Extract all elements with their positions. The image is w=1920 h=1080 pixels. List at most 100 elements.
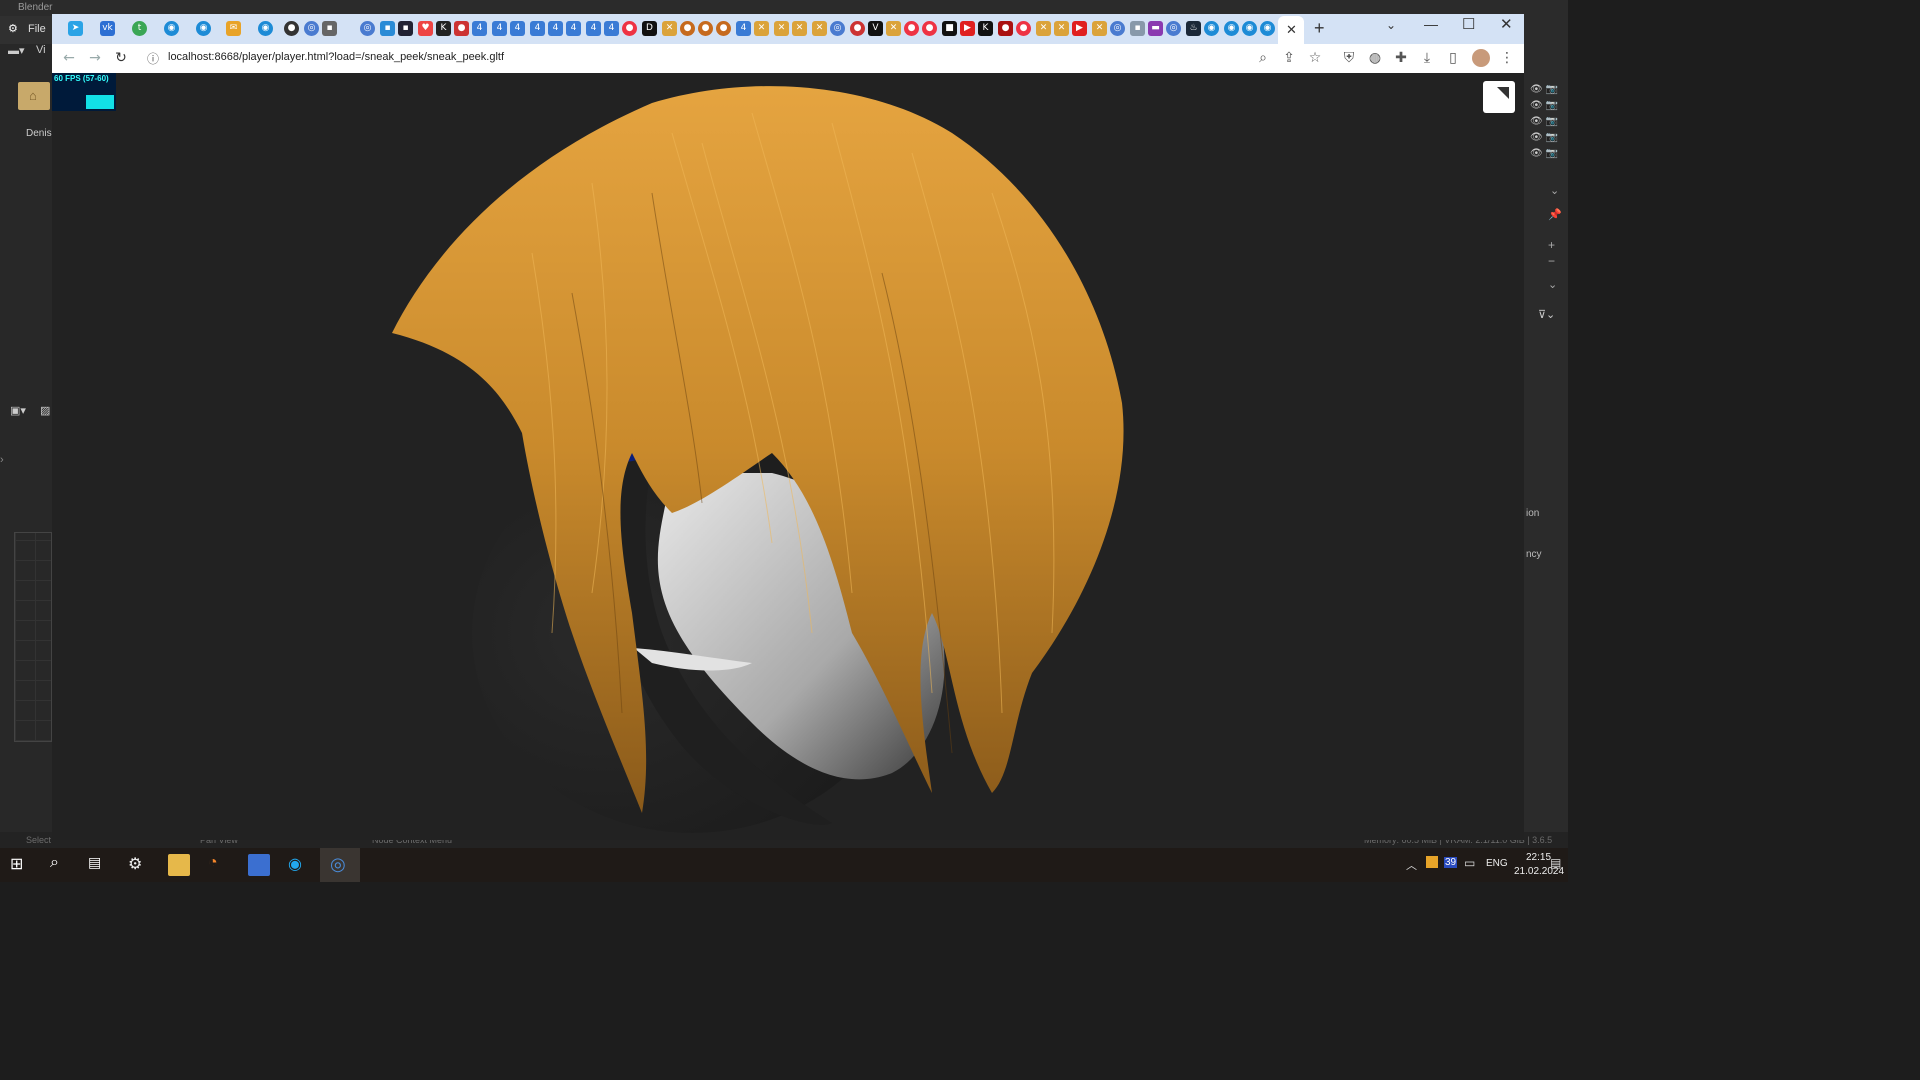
tab-icon-x5[interactable]: ✕ [812,21,827,36]
github-tab-icon[interactable]: ● [284,21,299,36]
notifications-icon[interactable]: ▤ [1550,856,1561,870]
k-tab-icon[interactable]: K [436,21,451,36]
tab-icon-x2[interactable]: ✕ [754,21,769,36]
start-windows-icon[interactable]: ⊞ [10,854,32,876]
back-icon[interactable]: ← [60,49,78,67]
youtube-tab-icon[interactable]: ▶ [960,21,975,36]
v-tab-icon[interactable]: V [868,21,883,36]
reload-icon[interactable]: ↻ [112,49,130,67]
telegram-tab-icon[interactable]: ➤ [68,21,83,36]
gltf-viewer-canvas[interactable]: 60 FPS (57-60) [52,73,1524,840]
maximize-button[interactable]: ☐ [1462,15,1475,33]
reddit-tab-icon-4[interactable]: ● [1016,21,1031,36]
blue-tab-icon-5[interactable]: ◉ [1224,21,1239,36]
network-icon[interactable]: ▭ [1464,856,1475,870]
dropdown-icon[interactable]: ⌄ [1550,184,1559,197]
blender-logo-icon[interactable]: ⚙ [8,22,18,35]
tab-icon-orange-1[interactable]: ● [680,21,695,36]
settings-gear-icon[interactable]: ⚙ [128,854,150,876]
pin-icon[interactable]: 📌 [1548,208,1562,221]
tab-icon-4d[interactable]: 4 [530,21,545,36]
close-window-button[interactable]: ✕ [1500,15,1513,33]
tray-expand-icon[interactable]: ︿ [1406,857,1417,873]
editor-type-icon[interactable]: ▬▾ [8,44,25,57]
extensions-icon[interactable]: ✚ [1392,49,1410,67]
tab-icon-x3[interactable]: ✕ [774,21,789,36]
blue-tab-icon-2[interactable]: ◉ [196,21,211,36]
mail-tab-icon[interactable]: ✉ [226,21,241,36]
youtube-tab-icon-2[interactable]: ▶ [1072,21,1087,36]
blue-app-icon[interactable]: ◉ [288,854,310,876]
chrome-tab-icon-2[interactable]: ◎ [360,21,375,36]
tab-icon-blue-sq[interactable]: ▪ [380,21,395,36]
tab-icon-gray[interactable]: ▪ [322,21,337,36]
chrome-taskbar-active[interactable]: ◎ [320,848,360,882]
search-icon[interactable]: ⌕ [50,854,72,876]
blue-tab-icon-3[interactable]: ◉ [258,21,273,36]
file-explorer-icon[interactable] [168,854,190,876]
minimize-button[interactable]: — [1424,16,1438,32]
active-tab[interactable]: ✕ [1278,16,1304,44]
language-indicator[interactable]: ENG [1486,858,1508,869]
tray-app-icon[interactable] [1426,856,1438,868]
reddit-tab-icon-3[interactable]: ● [922,21,937,36]
tab-icon-black[interactable]: ■ [942,21,957,36]
download-icon[interactable]: ⤓ [1418,49,1436,67]
chrome-tab-icon-3[interactable]: ◎ [830,21,845,36]
clock-time[interactable]: 22:15 [1526,852,1551,863]
globe-icon[interactable]: ◍ [1366,49,1384,67]
blue-tab-icon-4[interactable]: ◉ [1204,21,1219,36]
tab-icon-red[interactable]: ♥ [418,21,433,36]
tab-search-icon[interactable]: ⌄ [1386,18,1396,32]
forward-icon[interactable]: → [86,49,104,67]
blue-tab-icon[interactable]: ◉ [164,21,179,36]
tab-icon-x1[interactable]: ✕ [662,21,677,36]
tab-icon-4c[interactable]: 4 [510,21,525,36]
chrome-tab-icon-4[interactable]: ◎ [1110,21,1125,36]
reddit-tab-icon[interactable]: ● [622,21,637,36]
profile-avatar[interactable] [1472,49,1490,67]
address-bar[interactable]: localhost:8668/player/player.html?load=/… [168,51,504,63]
close-tab-icon[interactable]: ✕ [1286,22,1297,38]
tab-icon-4e[interactable]: 4 [548,21,563,36]
tab-icon-x7[interactable]: ✕ [1036,21,1051,36]
blue-tab-icon-6[interactable]: ◉ [1242,21,1257,36]
tab-icon-red-2[interactable]: ● [850,21,865,36]
site-info-icon[interactable]: ⓘ [144,49,162,67]
tab-icon-x4[interactable]: ✕ [792,21,807,36]
filter-icon[interactable]: ⊽⌄ [1538,308,1555,321]
vk-tab-icon[interactable]: vk [100,21,115,36]
fullscreen-toggle-icon[interactable] [1483,81,1515,113]
tab-icon-badge[interactable]: ● [454,21,469,36]
tab-icon-dark-red[interactable]: ● [998,21,1013,36]
blue-tab-icon-7[interactable]: ◉ [1260,21,1275,36]
tab-icon-gray-2[interactable]: ▪ [1130,21,1145,36]
side-panel-icon[interactable]: ▯ [1444,49,1462,67]
tab-icon-x6[interactable]: ✕ [886,21,901,36]
tab-icon-x8[interactable]: ✕ [1054,21,1069,36]
tab-icon-4a[interactable]: 4 [472,21,487,36]
menu-kebab-icon[interactable]: ⋮ [1498,49,1516,67]
bookmark-star-icon[interactable]: ☆ [1306,49,1324,67]
d-tab-icon[interactable]: D [642,21,657,36]
chrome-tab-icon-5[interactable]: ◎ [1166,21,1181,36]
tab-icon-4i[interactable]: 4 [736,21,751,36]
task-view-icon[interactable]: ▤ [88,854,110,876]
tab-icon-letters[interactable]: K [978,21,993,36]
home-folder-icon[interactable]: ⌂ [18,82,50,110]
tab-icon-4g[interactable]: 4 [586,21,601,36]
image-icon[interactable]: ▨ [40,404,50,417]
tab-icon-dark[interactable]: ▪ [398,21,413,36]
steam-tab-icon[interactable]: ♨ [1186,21,1201,36]
plus-icon[interactable]: + [1548,238,1555,252]
minus-icon[interactable]: − [1548,254,1555,268]
tab-icon-x9[interactable]: ✕ [1092,21,1107,36]
green-tab-icon[interactable]: t [132,21,147,36]
tab-icon-orange-3[interactable]: ● [716,21,731,36]
share-icon[interactable]: ⇪ [1280,49,1298,67]
expand-arrow-icon[interactable]: › [0,454,4,466]
reddit-tab-icon-2[interactable]: ● [904,21,919,36]
tray-badge[interactable]: 39 [1444,857,1458,868]
zoom-icon[interactable]: ⌕ [1254,49,1272,67]
tab-icon-orange-2[interactable]: ● [698,21,713,36]
